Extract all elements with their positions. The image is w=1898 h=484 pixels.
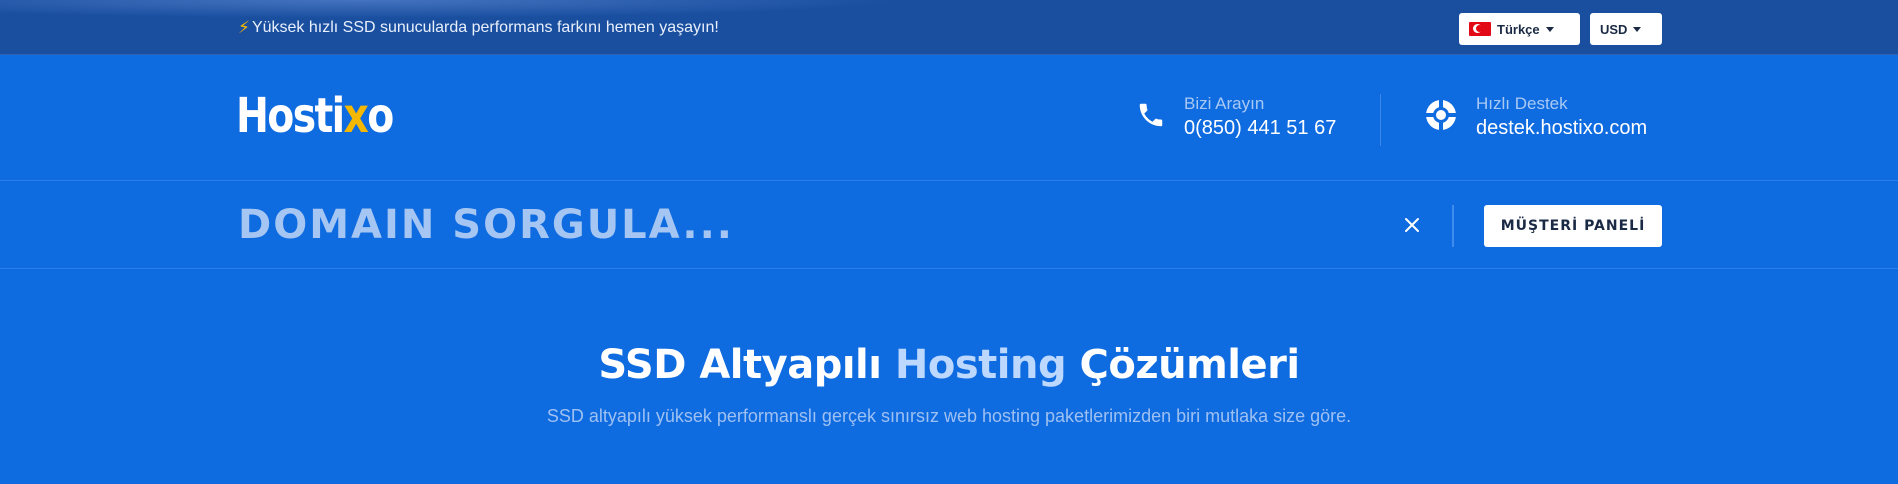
promo-message: ⚡ Yüksek hızlı SSD sunucularda performan… [238, 18, 719, 38]
close-icon[interactable] [1402, 215, 1422, 235]
top-bar: ⚡ Yüksek hızlı SSD sunucularda performan… [0, 0, 1898, 55]
lifebuoy-icon [1424, 98, 1458, 137]
logo-text-start: Hosti [236, 88, 345, 144]
support-label: Hızlı Destek [1476, 94, 1568, 113]
language-label: Türkçe [1497, 21, 1540, 37]
support-text: Hızlı Destek destek.hostixo.com [1476, 94, 1647, 140]
hostixo-logo[interactable]: Hostixo [236, 92, 394, 140]
customer-panel-button[interactable]: MÜŞTERİ PANELİ [1484, 205, 1662, 247]
phone-contact[interactable]: Bizi Arayın 0(850) 441 51 67 [1136, 94, 1336, 140]
hero-title-accent: Hosting [894, 342, 1067, 388]
phone-icon [1136, 100, 1166, 135]
language-dropdown[interactable]: Türkçe [1459, 13, 1580, 45]
phone-label: Bizi Arayın [1184, 94, 1265, 113]
logo-text-end: o [367, 88, 394, 144]
hero-subtitle: SSD altyapılı yüksek performanslı gerçek… [546, 406, 1352, 426]
phone-number[interactable]: 0(850) 441 51 67 [1184, 117, 1336, 140]
lightning-icon: ⚡ [238, 18, 250, 37]
hero-title-part2: Çözümleri [1066, 342, 1301, 388]
support-address[interactable]: destek.hostixo.com [1476, 117, 1647, 140]
domain-search-input[interactable] [236, 203, 1376, 247]
phone-text: Bizi Arayın 0(850) 441 51 67 [1184, 94, 1336, 140]
search-divider [1452, 205, 1454, 247]
chevron-down-icon [1633, 26, 1642, 32]
currency-label: USD [1600, 21, 1628, 37]
header-divider [1380, 94, 1381, 146]
site-header: Hostixo Bizi Arayın 0(850) 441 51 67 Hız… [0, 56, 1898, 181]
chevron-down-icon [1545, 26, 1554, 32]
support-contact[interactable]: Hızlı Destek destek.hostixo.com [1424, 94, 1647, 140]
currency-dropdown[interactable]: USD [1590, 13, 1662, 45]
hero-title: SSD Altyapılı Hosting Çözümleri [0, 342, 1898, 388]
logo-text-x: x [343, 88, 369, 144]
turkey-flag-icon [1469, 22, 1491, 36]
domain-search-bar: MÜŞTERİ PANELİ [0, 181, 1898, 269]
promo-text: Yüksek hızlı SSD sunucularda performans … [251, 19, 719, 36]
topbar-glow [0, 0, 900, 18]
hero-title-part1: SSD Altyapılı [598, 342, 895, 388]
